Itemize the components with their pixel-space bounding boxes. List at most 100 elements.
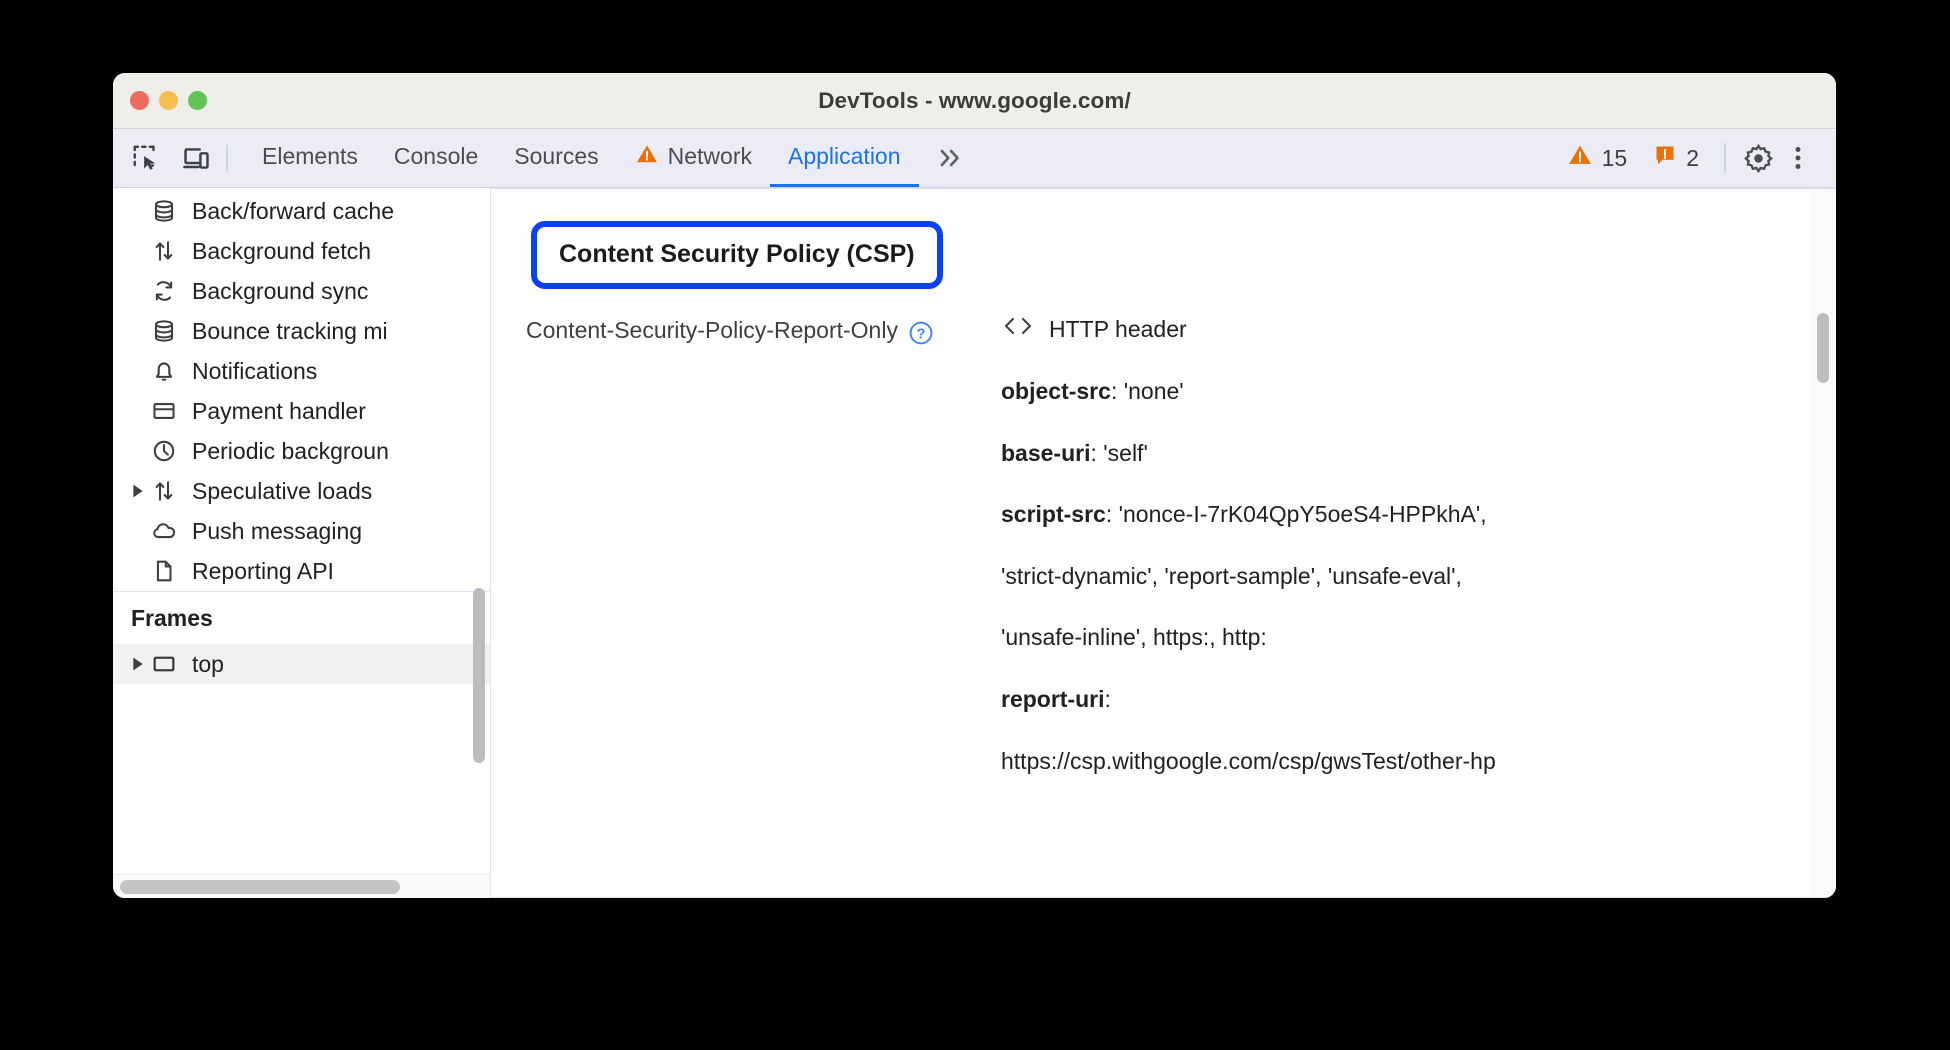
sidebar-item-label: Speculative loads <box>192 477 373 504</box>
csp-report-uri-value: https://csp.withgoogle.com/csp/gwsTest/o… <box>1001 747 1496 774</box>
csp-source-label: HTTP header <box>1049 316 1187 342</box>
updown-arrows-icon <box>149 236 179 266</box>
sidebar-item-label: Push messaging <box>192 517 363 544</box>
sidebar-item-notifications[interactable]: Notifications <box>113 351 490 391</box>
tab-label: Network <box>667 143 752 169</box>
csp-directive-colon: : <box>1104 685 1111 712</box>
sidebar-item-push-messaging[interactable]: Push messaging <box>113 511 490 551</box>
frame-icon <box>149 649 179 679</box>
csp-directive-colon: : <box>1090 439 1104 466</box>
window-title: DevTools - www.google.com/ <box>818 87 1131 113</box>
sidebar-item-reporting-api[interactable]: Reporting API <box>113 551 490 591</box>
csp-directive-value: 'nonce-I-7rK04QpY5oeS4-HPPkhA', <box>1118 501 1487 528</box>
tab-sources[interactable]: Sources <box>496 129 616 187</box>
warning-triangle-icon <box>1567 142 1593 174</box>
updown-arrows-icon <box>149 476 179 506</box>
svg-text:?: ? <box>916 327 925 343</box>
devtools-toolbar: Elements Console Sources Network Applica… <box>113 129 1836 188</box>
sidebar-horizontal-scrollbar-track[interactable] <box>113 874 490 898</box>
sidebar-item-label: Payment handler <box>192 397 366 424</box>
sidebar-item-frame-top[interactable]: top <box>113 644 490 684</box>
clock-icon <box>149 436 179 466</box>
sidebar-tree: Back/forward cache Background fetch Back… <box>113 188 490 684</box>
sidebar-item-speculative-loads[interactable]: Speculative loads <box>113 471 490 511</box>
tab-network[interactable]: Network <box>617 129 770 187</box>
sidebar-horizontal-scrollbar[interactable] <box>120 880 400 894</box>
csp-values-column: HTTP header object-src: 'none' base-uri:… <box>986 315 1836 809</box>
csp-directive-name: object-src <box>1001 378 1111 404</box>
csp-detail-row: Content-Security-Policy-Report-Only ? HT… <box>491 315 1836 809</box>
csp-directive-colon: : <box>1105 501 1119 528</box>
frames-section-title: Frames <box>131 604 213 631</box>
csp-title-wrapper: Content Security Policy (CSP) <box>531 221 943 289</box>
toolbar-right-group: 15 2 <box>1554 129 1836 187</box>
security-policy-panel: Content Security Policy (CSP) Content-Se… <box>491 188 1836 898</box>
expand-triangle-icon[interactable] <box>127 657 149 671</box>
panel-tabs: Elements Console Sources Network Applica… <box>244 129 981 187</box>
toolbar-left-icons <box>113 129 226 187</box>
warning-count: 15 <box>1601 144 1628 171</box>
sidebar-item-label: Reporting API <box>192 557 334 584</box>
sidebar-item-periodic-background-sync[interactable]: Periodic backgroun <box>113 431 490 471</box>
issue-bubble-icon <box>1653 143 1677 173</box>
sidebar-item-label: Back/forward cache <box>192 197 394 224</box>
csp-directive-name: report-uri <box>1001 685 1105 712</box>
toolbar-divider-right <box>1724 143 1726 173</box>
csp-directive: report-uri: <box>1001 686 1836 714</box>
csp-directive-value: 'self' <box>1103 439 1148 466</box>
tab-application[interactable]: Application <box>770 129 919 187</box>
sidebar-item-label: Periodic backgroun <box>192 437 389 464</box>
sidebar-item-label: Bounce tracking mi <box>192 317 388 344</box>
credit-card-icon <box>149 396 179 426</box>
help-icon[interactable]: ? <box>908 320 934 346</box>
sidebar-item-background-fetch[interactable]: Background fetch <box>113 231 490 271</box>
sidebar-item-background-sync[interactable]: Background sync <box>113 271 490 311</box>
more-tabs-icon[interactable] <box>919 129 981 187</box>
csp-policy-label: Content-Security-Policy-Report-Only <box>526 317 898 343</box>
csp-directive-colon: : <box>1110 378 1124 404</box>
csp-directive-name: base-uri <box>1001 439 1091 466</box>
csp-directive-continuation: 'unsafe-inline', https:, http: <box>1001 624 1267 651</box>
tab-console[interactable]: Console <box>376 129 496 187</box>
csp-directive: base-uri: 'self' <box>1001 440 1836 468</box>
tab-label: Console <box>393 143 479 169</box>
csp-directive: script-src: 'nonce-I-7rK04QpY5oeS4-HPPkh… <box>1001 501 1836 529</box>
warnings-counter[interactable]: 15 <box>1554 142 1641 174</box>
sidebar-item-label: Background fetch <box>192 237 372 264</box>
devtools-window: DevTools - www.google.com/ Elements Cons… <box>113 73 1836 898</box>
application-sidebar: Back/forward cache Background fetch Back… <box>113 188 491 898</box>
inspect-element-icon[interactable] <box>129 141 163 175</box>
content-vertical-scrollbar[interactable] <box>1817 313 1829 383</box>
bell-icon <box>149 356 179 386</box>
sidebar-item-payment-handler[interactable]: Payment handler <box>113 391 490 431</box>
sidebar-vertical-scrollbar[interactable] <box>473 588 485 763</box>
content-scrollbar-track[interactable] <box>1810 189 1836 897</box>
sync-icon <box>149 276 179 306</box>
tab-label: Sources <box>514 143 599 169</box>
gear-icon[interactable] <box>1738 138 1778 178</box>
more-options-icon[interactable] <box>1778 138 1818 178</box>
sidebar-item-bounce-tracking-mitigations[interactable]: Bounce tracking mi <box>113 311 490 351</box>
csp-directive-value: 'none' <box>1123 378 1184 404</box>
csp-directive-continuation: 'strict-dynamic', 'report-sample', 'unsa… <box>1001 562 1462 589</box>
csp-source-row: HTTP header <box>1001 315 1836 344</box>
tab-elements[interactable]: Elements <box>244 129 376 187</box>
csp-directive: object-src: 'none' <box>1001 378 1836 406</box>
issues-counter[interactable]: 2 <box>1640 143 1712 173</box>
csp-policy-label-group: Content-Security-Policy-Report-Only ? <box>526 315 986 809</box>
sidebar-scroll-area: Back/forward cache Background fetch Back… <box>113 188 490 874</box>
expand-triangle-icon[interactable] <box>127 484 149 498</box>
tab-label: Application <box>788 143 901 169</box>
database-icon <box>149 196 179 226</box>
cloud-icon <box>149 516 179 546</box>
csp-section-title: Content Security Policy (CSP) <box>531 221 943 289</box>
sidebar-item-label: Notifications <box>192 357 318 384</box>
code-brackets-icon <box>1001 315 1035 344</box>
device-toolbar-icon[interactable] <box>179 141 213 175</box>
document-icon <box>149 556 179 586</box>
sidebar-item-back-forward-cache[interactable]: Back/forward cache <box>113 191 490 231</box>
toolbar-divider <box>226 145 228 171</box>
csp-directive-name: script-src <box>1001 501 1106 528</box>
window-titlebar: DevTools - www.google.com/ <box>113 73 1836 129</box>
issue-count: 2 <box>1686 144 1699 171</box>
